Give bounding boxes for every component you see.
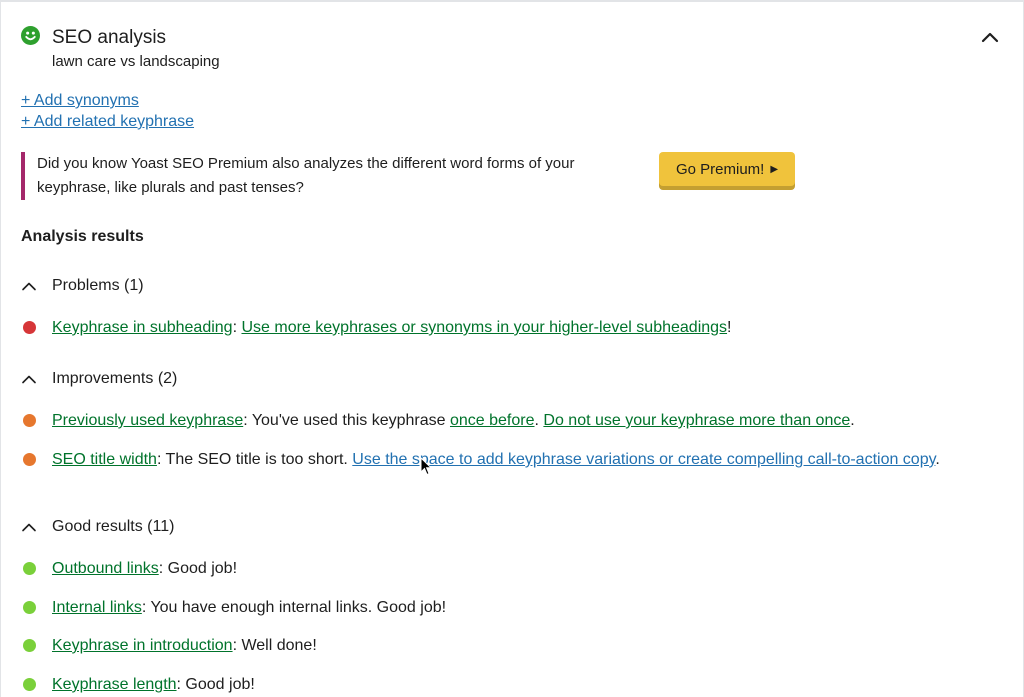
- result-link[interactable]: Keyphrase in introduction: [52, 637, 233, 654]
- result-action-link[interactable]: Use the space to add keyphrase variation…: [352, 451, 935, 468]
- go-premium-label: Go Premium!: [675, 161, 765, 178]
- chevron-up-icon: [22, 282, 36, 291]
- problems-group-title: Problems (1): [52, 277, 144, 294]
- focus-keyphrase-label: lawn care vs landscaping: [52, 53, 220, 70]
- result-link[interactable]: Keyphrase length: [52, 676, 177, 693]
- good-bullet-icon: [23, 601, 36, 614]
- result-text: You have enough internal links. Good job…: [150, 599, 447, 616]
- good-results-group-title: Good results (11): [52, 518, 175, 535]
- result-link[interactable]: Keyphrase in subheading: [52, 319, 233, 336]
- seo-analysis-panel: SEO analysis lawn care vs landscaping + …: [0, 0, 1024, 697]
- triangle-right-icon: ▶: [770, 164, 779, 175]
- result-text: Well done!: [241, 637, 317, 654]
- result-text: Good job!: [185, 676, 255, 693]
- premium-promo-box: Did you know Yoast SEO Premium also anal…: [21, 152, 805, 200]
- result-text: The SEO title is too short.: [165, 451, 353, 468]
- good-results-group-toggle[interactable]: Good results (11): [21, 517, 174, 537]
- result-separator: :: [156, 451, 166, 468]
- result-secondary-link[interactable]: once before: [450, 412, 535, 429]
- add-related-keyphrase-link[interactable]: + Add related keyphrase: [21, 113, 194, 131]
- good-bullet-icon: [23, 678, 36, 691]
- chevron-up-icon: [22, 375, 36, 384]
- analysis-results-title: Analysis results: [21, 228, 144, 245]
- result-action-link[interactable]: Do not use your keyphrase more than once: [543, 412, 850, 429]
- chevron-up-icon: [22, 523, 36, 532]
- improvement-bullet-icon: [23, 414, 36, 427]
- result-link[interactable]: SEO title width: [52, 451, 157, 468]
- result-text: Good job!: [167, 560, 238, 577]
- result-end: .: [935, 451, 940, 468]
- result-link[interactable]: Outbound links: [52, 560, 159, 577]
- result-text: You've used this keyphrase: [251, 412, 450, 429]
- problems-group-toggle[interactable]: Problems (1): [21, 276, 144, 296]
- seo-analysis-header[interactable]: SEO analysis lawn care vs landscaping: [21, 24, 1005, 72]
- add-synonyms-link[interactable]: + Add synonyms: [21, 92, 139, 110]
- promo-text: Did you know Yoast SEO Premium also anal…: [37, 155, 575, 196]
- improvement-bullet-icon: [23, 453, 36, 466]
- improvements-group-toggle[interactable]: Improvements (2): [21, 369, 177, 389]
- good-bullet-icon: [23, 639, 36, 652]
- chevron-up-icon[interactable]: [981, 30, 999, 44]
- smiley-face-icon: [21, 26, 40, 45]
- improvements-group-title: Improvements (2): [52, 370, 178, 387]
- section-title: SEO analysis: [52, 27, 167, 48]
- result-action-link[interactable]: Use more keyphrases or synonyms in your …: [241, 319, 727, 336]
- result-separator: :: [243, 412, 252, 429]
- good-bullet-icon: [23, 562, 36, 575]
- go-premium-button[interactable]: Go Premium! ▶: [659, 152, 795, 190]
- result-link[interactable]: Previously used keyphrase: [52, 412, 243, 429]
- problem-bullet-icon: [23, 321, 36, 334]
- result-separator: :: [158, 560, 168, 577]
- result-link[interactable]: Internal links: [52, 599, 142, 616]
- result-end: .: [850, 412, 855, 429]
- result-end: !: [727, 319, 732, 336]
